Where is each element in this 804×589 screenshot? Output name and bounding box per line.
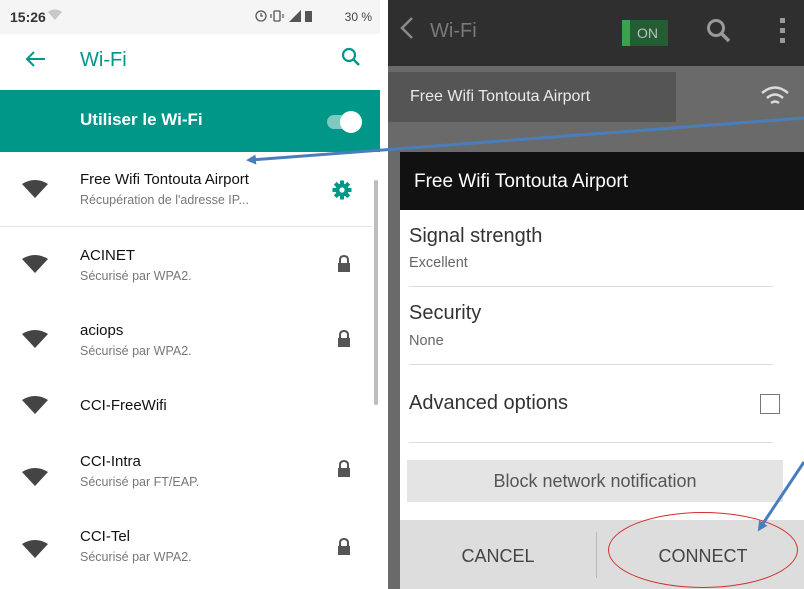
annotation-arrow (757, 461, 804, 532)
annotation-arrows (246, 116, 804, 532)
annotation-arrow (246, 116, 804, 165)
